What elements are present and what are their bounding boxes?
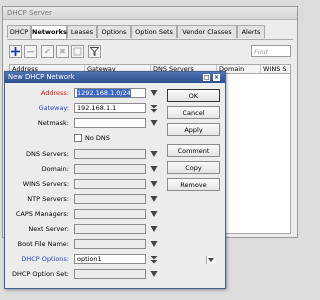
ok-button[interactable]: OK — [167, 89, 220, 102]
tab-leases[interactable]: Leases — [67, 25, 97, 38]
boot-file-name-field[interactable] — [74, 239, 146, 249]
gateway-expand-icon[interactable] — [150, 104, 158, 113]
address-value: 1292.168.1.0/24 — [77, 89, 131, 97]
dhcp-options-value: option1 — [77, 255, 102, 263]
dhcp-options-row: DHCP Options: option1 — [5, 254, 227, 265]
tab-option-sets[interactable]: Option Sets — [131, 25, 177, 38]
wins-servers-expand-icon[interactable] — [150, 180, 158, 189]
dhcp-option-set-field[interactable] — [74, 269, 146, 279]
boot-file-name-label: Boot File Name: — [17, 240, 69, 248]
filter-button[interactable] — [88, 45, 101, 58]
address-expand-icon[interactable] — [150, 89, 158, 98]
dhcp-options-label: DHCP Options: — [21, 255, 69, 263]
address-field[interactable]: 1292.168.1.0/24 — [74, 88, 146, 98]
tab-options[interactable]: Options — [97, 25, 131, 38]
close-button[interactable]: × — [213, 74, 220, 81]
dhcp-options-field[interactable]: option1 — [74, 254, 216, 264]
next-server-expand-icon[interactable] — [150, 225, 158, 234]
caps-managers-expand-icon[interactable] — [150, 210, 158, 219]
boot-file-name-row: Boot File Name: — [5, 239, 227, 250]
wins-servers-field[interactable] — [74, 179, 146, 189]
next-server-field[interactable] — [74, 224, 146, 234]
dhcp-option-set-row: DHCP Option Set: — [5, 269, 227, 280]
netmask-label: Netmask: — [37, 119, 69, 127]
cancel-button[interactable]: Cancel — [167, 106, 220, 119]
maximize-button[interactable]: □ — [203, 74, 210, 81]
enable-button[interactable]: ✔ — [41, 45, 54, 58]
next-server-row: Next Server: — [5, 224, 227, 235]
column-wins-servers[interactable]: WINS S — [260, 65, 293, 74]
no-dns-checkbox[interactable] — [74, 134, 82, 142]
gateway-field[interactable]: 192.168.1.1 — [74, 103, 146, 113]
next-server-label: Next Server: — [28, 225, 69, 233]
dhcp-options-dropdown[interactable] — [206, 256, 216, 264]
dhcp-options-expand-icon[interactable] — [150, 255, 158, 264]
domain-expand-icon[interactable] — [150, 165, 158, 174]
boot-file-name-expand-icon[interactable] — [150, 240, 158, 249]
tab-networks[interactable]: Networks — [31, 25, 67, 39]
wins-servers-label: WINS Servers: — [22, 180, 69, 188]
close-icon: × — [214, 74, 220, 81]
note-icon — [73, 47, 82, 56]
caps-managers-label: CAPS Managers: — [15, 210, 69, 218]
tab-vendor-classes[interactable]: Vendor Classes — [177, 25, 237, 38]
new-dhcp-network-dialog: New DHCP Network □ × Address: 1292.168.1… — [4, 71, 226, 289]
remove-button[interactable] — [24, 45, 37, 58]
tab-dhcp[interactable]: DHCP — [7, 25, 31, 38]
comment-button[interactable]: Comment — [167, 144, 220, 157]
dhcp-option-set-expand-icon[interactable] — [150, 270, 158, 279]
apply-button[interactable]: Apply — [167, 123, 220, 136]
add-button[interactable] — [9, 45, 22, 58]
copy-button[interactable]: Copy — [167, 161, 220, 174]
server-tabs: DHCP Networks Leases Options Option Sets… — [7, 25, 293, 40]
dialog-title: New DHCP Network — [8, 73, 75, 81]
dns-servers-expand-icon[interactable] — [150, 150, 158, 159]
netmask-field[interactable] — [74, 118, 146, 128]
ntp-servers-row: NTP Servers: — [5, 194, 227, 205]
find-input[interactable]: Find — [251, 45, 291, 57]
ntp-servers-label: NTP Servers: — [27, 195, 69, 203]
server-window-title: DHCP Server — [3, 7, 297, 20]
caps-managers-row: CAPS Managers: — [5, 209, 227, 220]
tab-alerts[interactable]: Alerts — [237, 25, 265, 38]
ntp-servers-field[interactable] — [74, 194, 146, 204]
minus-icon — [27, 51, 34, 53]
gateway-label: Gateway: — [38, 104, 69, 112]
dropdown-arrow-icon — [208, 258, 214, 262]
netmask-expand-icon[interactable] — [150, 119, 158, 128]
comment-toolbar-button[interactable] — [71, 45, 84, 58]
caps-managers-field[interactable] — [74, 209, 146, 219]
plus-icon — [11, 47, 20, 56]
dns-servers-label: DNS Servers: — [26, 150, 69, 158]
no-dns-label: No DNS — [85, 134, 110, 142]
maximize-icon: □ — [204, 74, 210, 81]
remove-entry-button[interactable]: Remove — [167, 178, 220, 191]
check-icon: ✔ — [44, 47, 51, 56]
domain-label: Domain: — [41, 165, 69, 173]
cross-icon: ✖ — [59, 47, 66, 56]
dhcp-option-set-label: DHCP Option Set: — [11, 270, 69, 278]
disable-button[interactable]: ✖ — [56, 45, 69, 58]
filter-icon — [90, 47, 99, 56]
ntp-servers-expand-icon[interactable] — [150, 195, 158, 204]
dialog-title-bar: New DHCP Network □ × — [5, 72, 225, 83]
address-label: Address: — [40, 89, 69, 97]
dns-servers-field[interactable] — [74, 149, 146, 159]
domain-field[interactable] — [74, 164, 146, 174]
server-toolbar: ✔ ✖ Find — [9, 45, 291, 59]
